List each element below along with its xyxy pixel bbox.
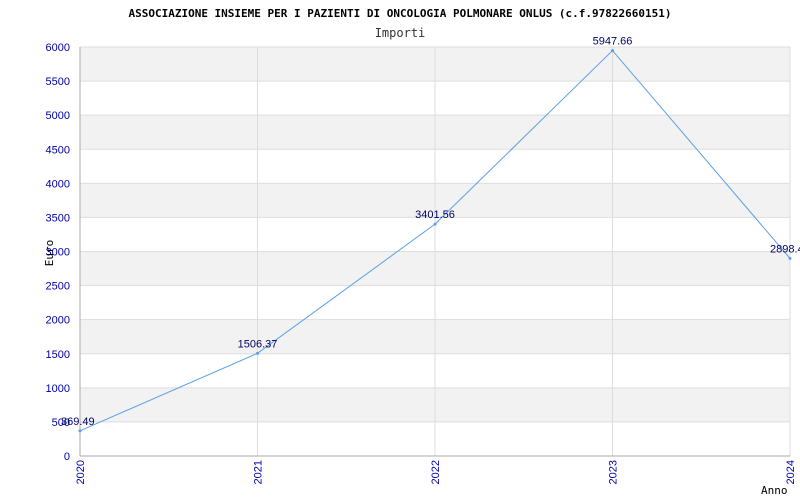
y-tick-label: 3500 (46, 212, 70, 224)
x-tick-label: 2022 (430, 460, 442, 484)
y-tick-label: 4000 (46, 178, 70, 190)
y-tick-label: 2000 (46, 315, 70, 327)
y-axis-label: Euro (43, 240, 56, 267)
data-point (78, 429, 82, 433)
y-tick-label: 2500 (46, 281, 70, 293)
data-label: 1506.37 (238, 338, 278, 350)
data-label: 2898.4 (770, 243, 800, 255)
x-tick-label: 2023 (608, 460, 620, 484)
y-tick-label: 1500 (46, 349, 70, 361)
y-tick-label: 5500 (46, 76, 70, 88)
data-label: 3401.56 (415, 209, 455, 221)
data-label: 5947.66 (593, 36, 633, 48)
data-labels: 369.49 1506.37 3401.56 5947.66 2898.4 (61, 36, 800, 428)
y-tick-label: 0 (64, 451, 70, 463)
data-label: 369.49 (61, 416, 95, 428)
x-tick-label: 2021 (253, 460, 265, 484)
y-tick-label: 4500 (46, 144, 70, 156)
y-tick-label: 1000 (46, 383, 70, 395)
y-tick-label: 6000 (46, 42, 70, 54)
x-axis-label: Anno (761, 484, 788, 497)
data-point (256, 351, 259, 355)
line-chart-svg: 0500100015002000250030003500400045005000… (43, 7, 800, 497)
x-axis-ticks: 2020 2021 2022 2023 2024 (75, 460, 797, 484)
x-tick-label: 2024 (785, 460, 797, 484)
data-point (788, 256, 792, 260)
chart-subtitle: Importi (375, 26, 426, 40)
data-point (433, 222, 437, 226)
data-point (611, 49, 614, 53)
chart-title: ASSOCIAZIONE INSIEME PER I PAZIENTI DI O… (128, 7, 671, 20)
y-tick-label: 5000 (46, 110, 70, 122)
chart: 0 500 1000 1500 2000 2500 3000 3500 4000 4500 5000… (0, 0, 800, 500)
x-tick-label: 2020 (75, 460, 87, 484)
